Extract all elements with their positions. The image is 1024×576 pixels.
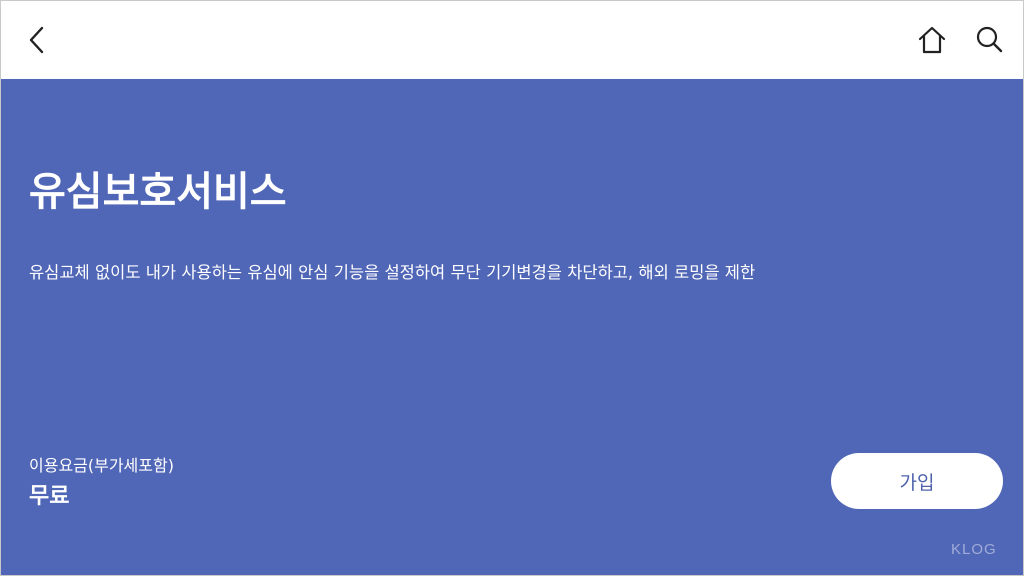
home-icon xyxy=(918,26,946,54)
join-button[interactable]: 가입 xyxy=(831,453,1003,509)
home-button[interactable] xyxy=(915,22,949,58)
watermark-logo: KLOG xyxy=(951,541,997,558)
search-button[interactable] xyxy=(972,22,1006,58)
service-description: 유심교체 없이도 내가 사용하는 유심에 안심 기능을 설정하여 무단 기기변경… xyxy=(29,263,756,282)
service-hero: 유심보호서비스 유심교체 없이도 내가 사용하는 유심에 안심 기능을 설정하여… xyxy=(1,79,1023,575)
search-icon xyxy=(976,26,1003,53)
top-bar xyxy=(1,1,1023,79)
back-button[interactable] xyxy=(20,22,54,58)
fee-value: 무료 xyxy=(29,484,70,509)
page-title: 유심보호서비스 xyxy=(29,169,287,215)
fee-label: 이용요금(부가세포함) xyxy=(29,456,174,475)
chevron-left-icon xyxy=(29,26,44,54)
app-frame: 유심보호서비스 유심교체 없이도 내가 사용하는 유심에 안심 기능을 설정하여… xyxy=(0,0,1024,576)
